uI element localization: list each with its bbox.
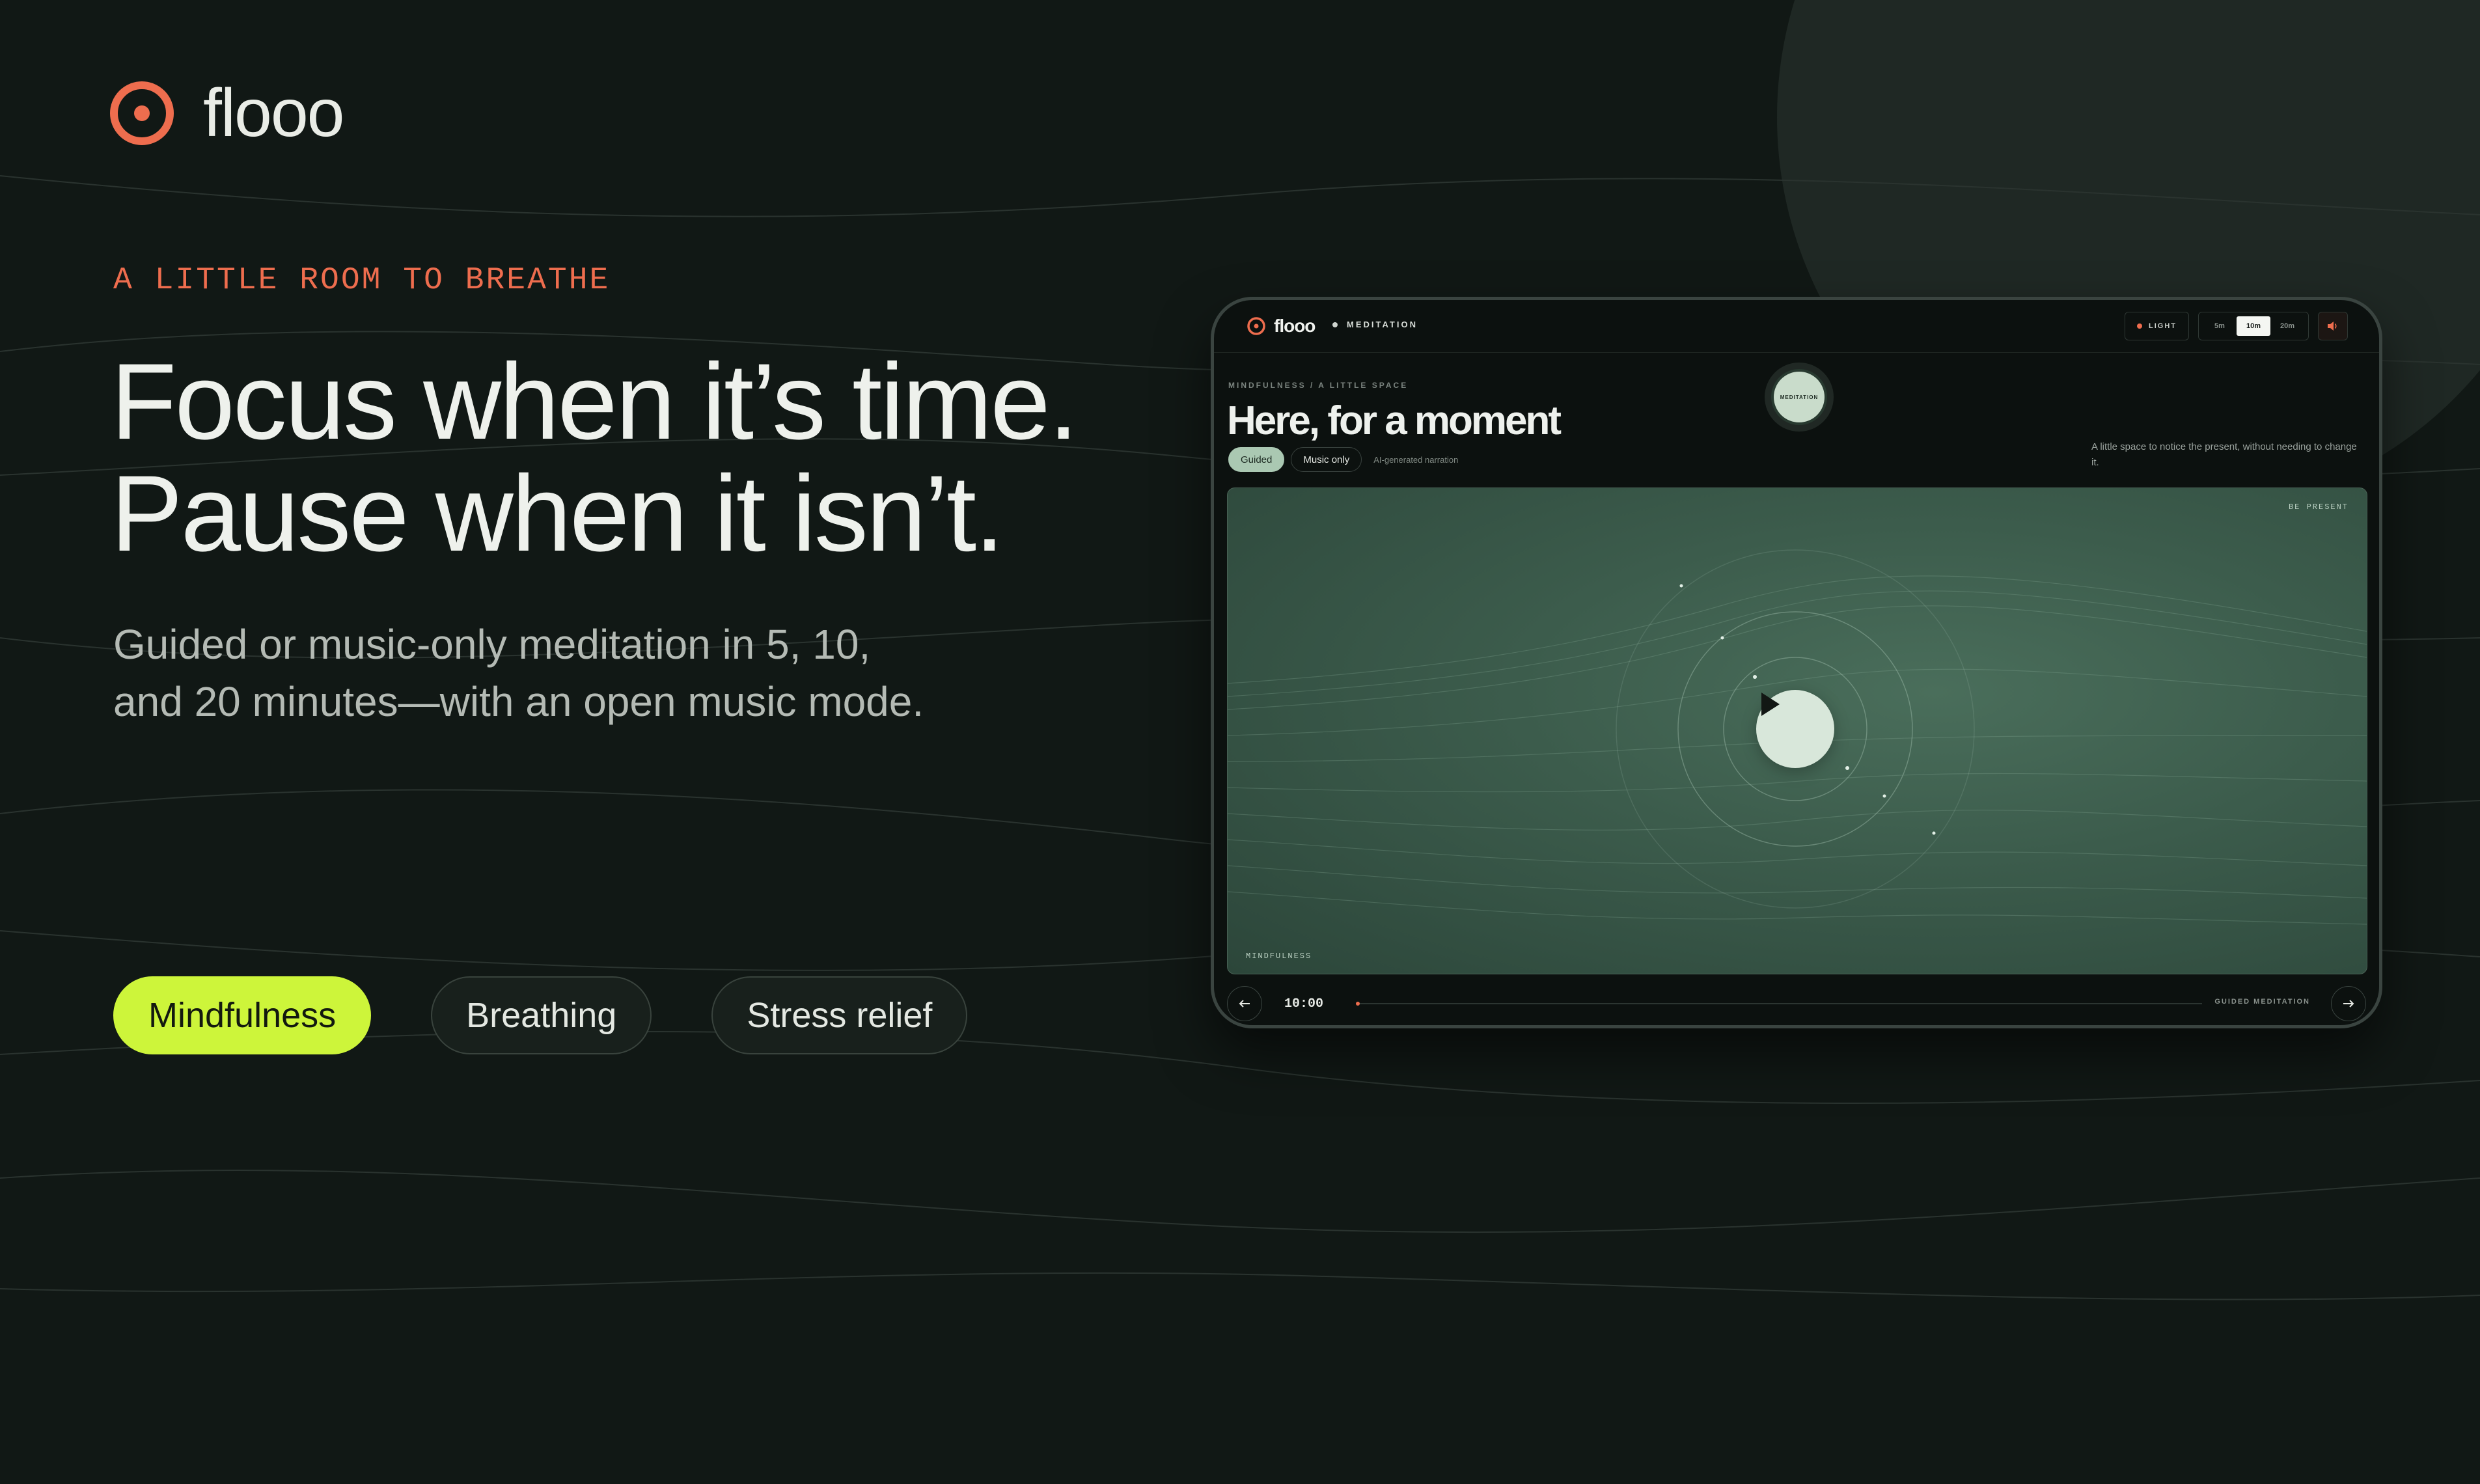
next-button[interactable] bbox=[2331, 986, 2366, 1021]
app-brand-name: flooo bbox=[1274, 316, 1316, 336]
duration-5m[interactable]: 5m bbox=[2203, 316, 2237, 336]
chip-mindfulness[interactable]: Mindfulness bbox=[113, 976, 372, 1054]
player-controls: 10:00 GUIDED MEDITATION bbox=[1214, 983, 2379, 1025]
hero-headline: Focus when it’s time. Pause when it isn’… bbox=[111, 346, 1079, 570]
section-dot-icon bbox=[1332, 322, 1338, 327]
breadcrumb: MINDFULNESS / A LITTLE SPACE bbox=[1228, 381, 1409, 390]
app-section-indicator: MEDITATION bbox=[1332, 320, 1418, 329]
play-icon bbox=[1761, 693, 1780, 716]
brand-logo[interactable]: flooo bbox=[108, 76, 345, 151]
app-header: flooo MEDITATION LIGHT 5m 10m 20m bbox=[1214, 300, 2379, 353]
duration-10m[interactable]: 10m bbox=[2237, 316, 2270, 336]
previous-button[interactable] bbox=[1227, 986, 1262, 1021]
subtitle-line-2: and 20 minutes—with an open music mode. bbox=[113, 678, 924, 725]
app-logo[interactable]: flooo bbox=[1247, 316, 1316, 337]
mode-guided[interactable]: Guided bbox=[1228, 447, 1285, 472]
session-description: A little space to notice the present, wi… bbox=[2091, 441, 2357, 468]
mode-music-only[interactable]: Music only bbox=[1291, 447, 1362, 472]
headline-line-2: Pause when it isn’t. bbox=[111, 454, 1004, 574]
app-mockup: flooo MEDITATION LIGHT 5m 10m 20m MINDFU… bbox=[1211, 297, 2382, 1028]
hero-eyebrow: A LITTLE ROOM TO BREATHE bbox=[113, 263, 611, 298]
logo-ring-icon bbox=[110, 81, 174, 145]
mode-selector: Guided Music only AI-generated narration bbox=[1228, 447, 1458, 472]
player-tag: BE PRESENT bbox=[2288, 502, 2349, 512]
timer: 10:00 bbox=[1284, 996, 1324, 1011]
app-section-label: MEDITATION bbox=[1347, 320, 1418, 329]
theme-dot-icon bbox=[2137, 323, 2142, 329]
chip-stress-relief[interactable]: Stress relief bbox=[711, 976, 968, 1054]
brand-name: flooo bbox=[203, 76, 345, 151]
hero-subtitle: Guided or music-only meditation in 5, 10… bbox=[113, 616, 1025, 730]
arrow-right-icon bbox=[2343, 1000, 2354, 1008]
chip-breathing[interactable]: Breathing bbox=[431, 976, 652, 1054]
arrow-left-icon bbox=[1239, 1000, 1250, 1008]
app-logo-ring-icon bbox=[1247, 317, 1265, 335]
theme-toggle-label: LIGHT bbox=[2149, 322, 2177, 330]
theme-toggle-button[interactable]: LIGHT bbox=[2125, 312, 2189, 340]
progress-indicator bbox=[1356, 1002, 1360, 1006]
player-visual: BE PRESENT MINDFULNESS bbox=[1227, 488, 2367, 974]
meditation-badge: MEDITATION bbox=[1771, 369, 1827, 425]
narration-note: AI-generated narration bbox=[1373, 454, 1459, 465]
duration-selector: 5m 10m 20m bbox=[2198, 312, 2309, 340]
duration-20m[interactable]: 20m bbox=[2270, 316, 2304, 336]
sound-toggle-button[interactable] bbox=[2318, 312, 2348, 340]
category-chips: Mindfulness Breathing Stress relief bbox=[113, 976, 968, 1054]
subtitle-line-1: Guided or music-only meditation in 5, 10… bbox=[113, 621, 871, 668]
progress-bar[interactable] bbox=[1356, 1002, 2202, 1006]
app-controls: LIGHT 5m 10m 20m bbox=[2125, 312, 2348, 340]
speaker-icon bbox=[2328, 322, 2337, 331]
track-label: GUIDED MEDITATION bbox=[2214, 998, 2310, 1006]
session-title: Here, for a moment bbox=[1227, 398, 1562, 443]
headline-line-1: Focus when it’s time. bbox=[111, 342, 1079, 462]
player-category-label: MINDFULNESS bbox=[1246, 952, 1312, 961]
play-button[interactable] bbox=[1756, 690, 1834, 768]
